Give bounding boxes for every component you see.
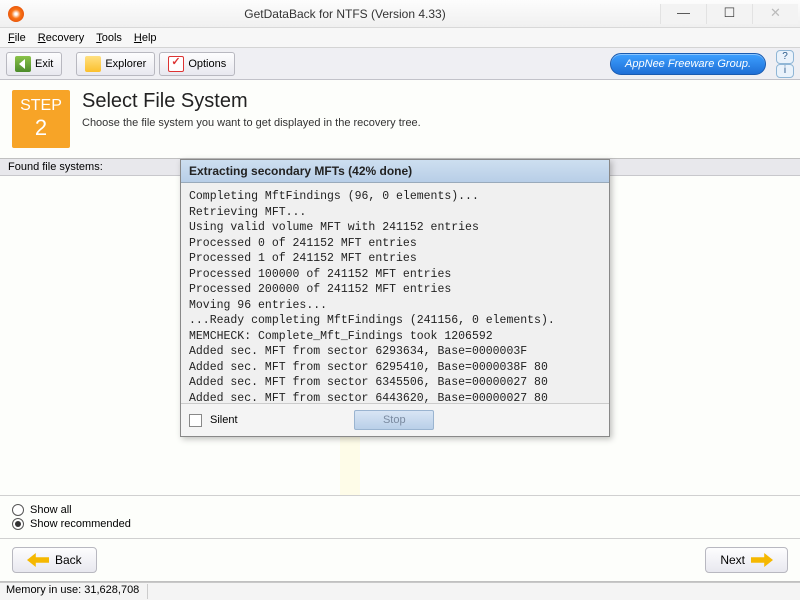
options-button[interactable]: Options — [159, 52, 235, 76]
header-text: Select File System Choose the file syste… — [82, 90, 421, 148]
explorer-label: Explorer — [105, 58, 146, 70]
maximize-button[interactable]: ☐ — [706, 4, 752, 24]
back-button[interactable]: Back — [12, 547, 97, 573]
back-label: Back — [55, 553, 82, 567]
nav-row: Back Next — [0, 539, 800, 582]
step-indicator: STEP 2 — [12, 90, 70, 148]
brand-badge: AppNee Freeware Group. — [610, 53, 766, 75]
dialog-title: Extracting secondary MFTs (42% done) — [181, 160, 609, 183]
toolbar: Exit Explorer Options AppNee Freeware Gr… — [0, 48, 800, 80]
help-icons: ? i — [776, 50, 794, 78]
options-icon — [168, 56, 184, 72]
exit-button[interactable]: Exit — [6, 52, 62, 76]
stop-button[interactable]: Stop — [354, 410, 434, 430]
explorer-button[interactable]: Explorer — [76, 52, 155, 76]
info-icon[interactable]: i — [776, 64, 794, 78]
dialog-log: Completing MftFindings (96, 0 elements).… — [181, 183, 609, 403]
menu-file[interactable]: File — [8, 32, 26, 44]
app-icon — [8, 6, 24, 22]
show-all-radio[interactable] — [12, 504, 24, 516]
dialog-footer: Silent Stop — [181, 403, 609, 436]
menu-help[interactable]: Help — [134, 32, 157, 44]
window-controls: — ☐ ✕ — [660, 4, 798, 24]
next-button[interactable]: Next — [705, 547, 788, 573]
show-all-label: Show all — [30, 504, 72, 516]
display-options: Show all Show recommended — [0, 496, 800, 539]
step-header: STEP 2 Select File System Choose the fil… — [0, 80, 800, 159]
titlebar: GetDataBack for NTFS (Version 4.33) — ☐ … — [0, 0, 800, 28]
close-button[interactable]: ✕ — [752, 4, 798, 24]
menu-tools[interactable]: Tools — [96, 32, 122, 44]
arrow-right-icon — [751, 553, 773, 567]
page-title: Select File System — [82, 90, 421, 113]
step-word: STEP — [20, 96, 62, 115]
show-recommended-radio[interactable] — [12, 518, 24, 530]
page-subtitle: Choose the file system you want to get d… — [82, 117, 421, 129]
next-label: Next — [720, 553, 745, 567]
menubar: File Recovery Tools Help — [0, 28, 800, 48]
help-icon[interactable]: ? — [776, 50, 794, 64]
exit-label: Exit — [35, 58, 53, 70]
silent-checkbox[interactable] — [189, 414, 202, 427]
minimize-button[interactable]: — — [660, 4, 706, 24]
arrow-left-icon — [27, 553, 49, 567]
window-title: GetDataBack for NTFS (Version 4.33) — [30, 7, 660, 21]
show-recommended-label: Show recommended — [30, 518, 131, 530]
menu-recovery[interactable]: Recovery — [38, 32, 84, 44]
status-memory: Memory in use: 31,628,708 — [6, 584, 148, 599]
statusbar: Memory in use: 31,628,708 — [0, 582, 800, 600]
silent-label: Silent — [210, 414, 238, 426]
content-area: Extracting secondary MFTs (42% done) Com… — [0, 176, 800, 496]
options-label: Options — [188, 58, 226, 70]
progress-dialog: Extracting secondary MFTs (42% done) Com… — [180, 159, 610, 437]
exit-icon — [15, 56, 31, 72]
explorer-icon — [85, 56, 101, 72]
step-number: 2 — [35, 115, 47, 141]
